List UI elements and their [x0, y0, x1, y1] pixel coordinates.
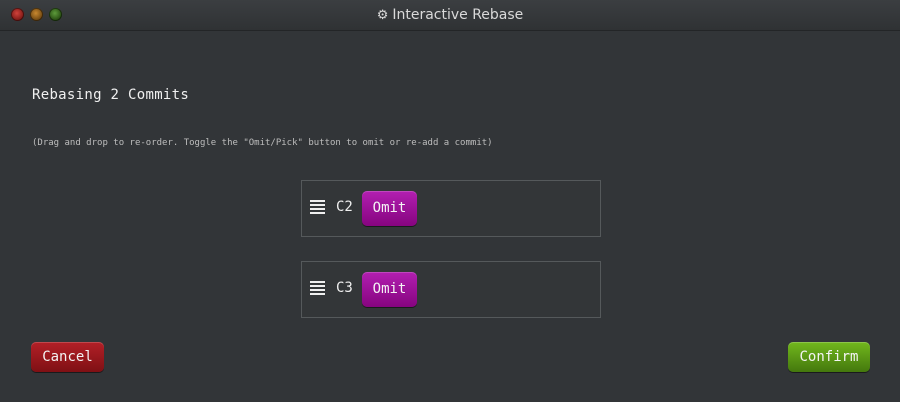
instructions-text: (Drag and drop to re-order. Toggle the "…	[32, 138, 493, 148]
interactive-rebase-window: ⚙ Interactive Rebase Rebasing 2 Commits (…	[0, 0, 900, 402]
cancel-button[interactable]: Cancel	[31, 342, 104, 372]
drag-handle-icon[interactable]	[310, 281, 325, 295]
omit-pick-toggle-button[interactable]: Omit	[362, 191, 417, 226]
commit-row[interactable]: C2 Omit	[301, 180, 601, 237]
commit-label: C3	[336, 280, 353, 296]
drag-handle-icon[interactable]	[310, 200, 325, 214]
gear-icon: ⚙	[376, 8, 389, 23]
window-title-text: Interactive Rebase	[392, 7, 524, 23]
omit-pick-toggle-button[interactable]: Omit	[362, 272, 417, 307]
commit-row[interactable]: C3 Omit	[301, 261, 601, 318]
confirm-button[interactable]: Confirm	[788, 342, 870, 372]
title-bar: ⚙ Interactive Rebase	[0, 0, 900, 31]
page-title: Rebasing 2 Commits	[32, 87, 190, 103]
commit-label: C2	[336, 199, 353, 215]
window-title: ⚙ Interactive Rebase	[0, 0, 900, 30]
